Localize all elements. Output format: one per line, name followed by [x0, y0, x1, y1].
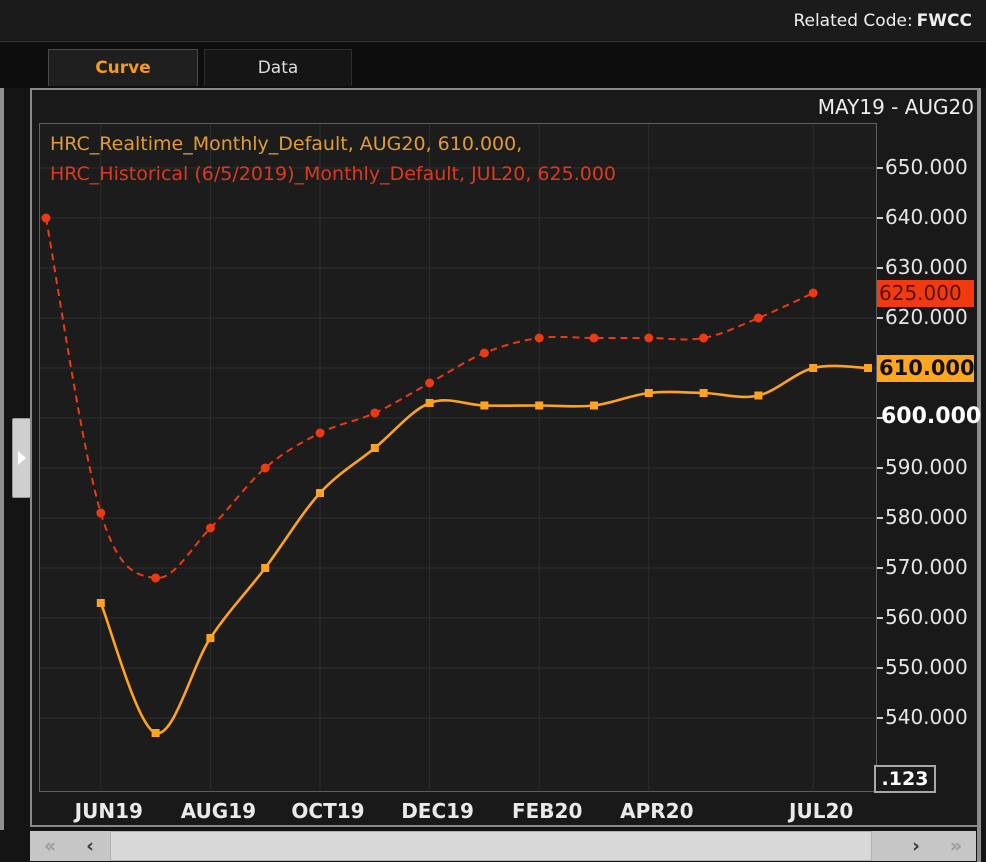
scrollbar-thumb[interactable]	[110, 831, 872, 861]
decimal-format-button[interactable]: .123	[874, 765, 936, 793]
data-point	[97, 599, 105, 607]
related-code-value: FWCC	[917, 11, 972, 31]
data-point	[699, 334, 708, 343]
horizontal-scrollbar[interactable]: « ‹ › »	[30, 831, 976, 861]
data-point	[370, 409, 379, 418]
plot-area[interactable]: HRC_Realtime_Monthly_Default, AUG20, 610…	[39, 123, 877, 792]
date-range-label: MAY19 - AUG20	[818, 95, 974, 119]
tab-data[interactable]: Data	[204, 49, 352, 86]
scrollbar-track[interactable]	[110, 831, 896, 861]
data-point	[151, 574, 160, 583]
data-point	[754, 314, 763, 323]
scroll-page-left-button[interactable]: «	[30, 831, 70, 861]
data-point	[754, 392, 762, 400]
data-point	[645, 389, 653, 397]
data-point	[480, 349, 489, 358]
scroll-page-right-button[interactable]: »	[936, 831, 976, 861]
scroll-step-right-button[interactable]: ›	[896, 831, 936, 861]
data-point	[206, 524, 215, 533]
data-point	[809, 364, 817, 372]
series-line-0	[101, 366, 868, 733]
data-point	[261, 464, 270, 473]
left-gutter	[0, 88, 4, 830]
data-point	[864, 364, 872, 372]
data-point	[590, 334, 599, 343]
data-point	[535, 334, 544, 343]
curve-chart	[40, 124, 876, 791]
titlebar: Related Code: FWCC	[0, 0, 986, 42]
legend-realtime-series: HRC_Realtime_Monthly_Default, AUG20, 610…	[50, 129, 616, 159]
terminal-window: Related Code: FWCC Curve Data MAY19 - AU…	[0, 0, 986, 862]
data-point	[425, 379, 434, 388]
data-point	[316, 429, 325, 438]
scroll-step-left-button[interactable]: ‹	[70, 831, 110, 861]
data-point	[152, 729, 160, 737]
data-point	[206, 634, 214, 642]
data-point	[42, 214, 51, 223]
legend-historical-series: HRC_Historical (6/5/2019)_Monthly_Defaul…	[50, 159, 616, 189]
data-point	[426, 399, 434, 407]
data-point	[480, 402, 488, 410]
data-point	[261, 564, 269, 572]
data-point	[590, 402, 598, 410]
panel-expand-handle[interactable]	[12, 418, 31, 498]
tab-bar: Curve Data	[0, 43, 986, 88]
data-point	[809, 289, 818, 298]
data-point	[371, 444, 379, 452]
tab-curve[interactable]: Curve	[48, 49, 198, 86]
data-point	[316, 489, 324, 497]
chevron-right-icon	[18, 451, 26, 465]
data-point	[96, 509, 105, 518]
chart-legend: HRC_Realtime_Monthly_Default, AUG20, 610…	[50, 129, 616, 189]
data-point	[700, 389, 708, 397]
data-point	[644, 334, 653, 343]
related-code-label: Related Code:	[793, 11, 912, 31]
data-point	[535, 402, 543, 410]
